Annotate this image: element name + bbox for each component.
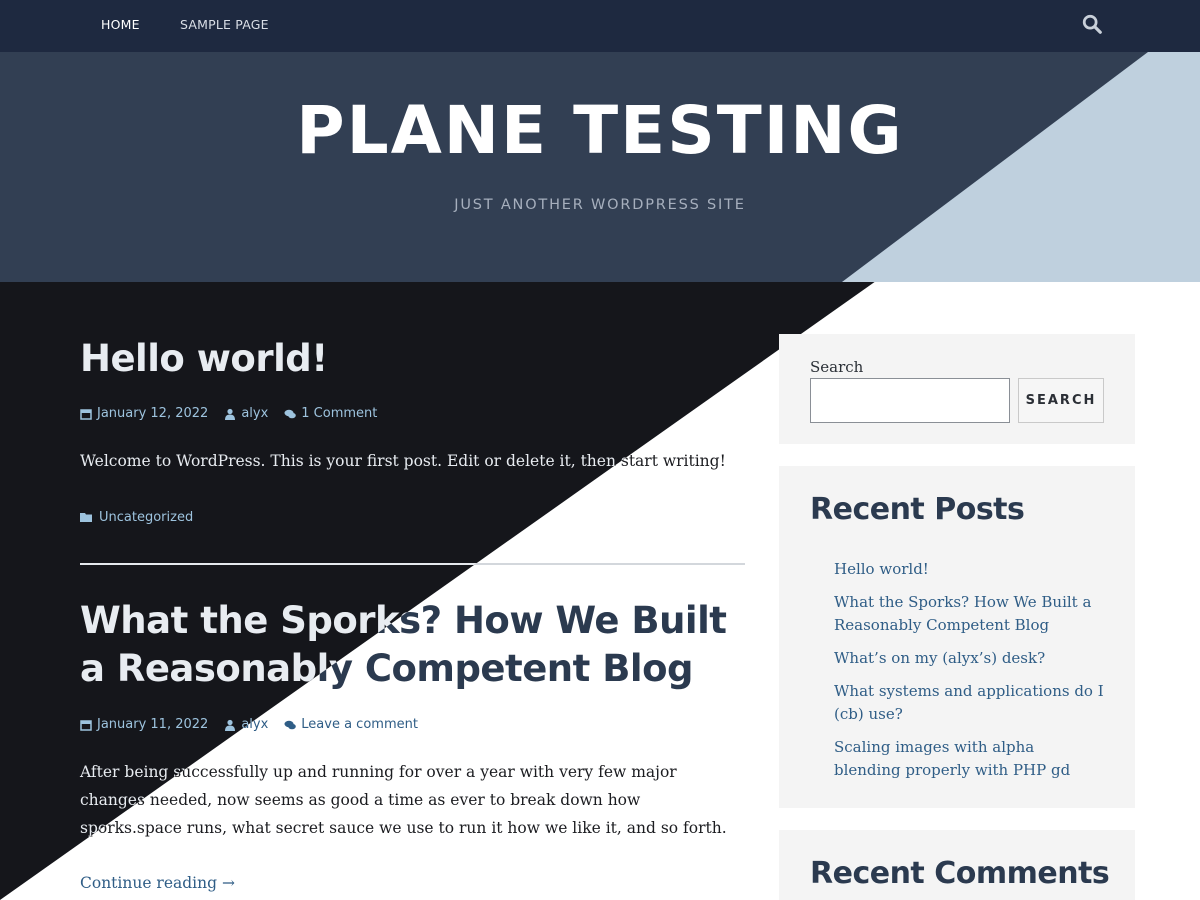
recent-comments-title: Recent Comments (810, 856, 1110, 891)
recent-posts-title: Recent Posts (810, 492, 1025, 527)
folder-icon (80, 513, 92, 522)
post-date-1[interactable]: January 12, 2022 (80, 406, 208, 421)
user-icon (225, 719, 236, 731)
list-item: What the Sporks? How We Built a Reasonab… (834, 591, 1104, 637)
recent-post-link[interactable]: Hello world! (834, 560, 929, 578)
post-date-2[interactable]: January 11, 2022 (80, 717, 208, 732)
comments-icon (284, 720, 297, 729)
recent-posts-list: Hello world! What the Sporks? How We Bui… (834, 558, 1104, 792)
search-button[interactable]: SEARCH (1018, 378, 1104, 423)
comments-icon (284, 409, 297, 418)
recent-post-link[interactable]: What’s on my (alyx’s) desk? (834, 649, 1045, 667)
list-item: Scaling images with alpha blending prope… (834, 736, 1104, 782)
calendar-icon (80, 719, 92, 731)
post-author-1[interactable]: alyx (224, 406, 268, 421)
post-comments-2[interactable]: Leave a comment (284, 717, 418, 732)
search-input[interactable] (810, 378, 1010, 423)
post-comments-1[interactable]: 1 Comment (284, 406, 377, 421)
recent-post-link[interactable]: What the Sporks? How We Built a Reasonab… (834, 593, 1091, 634)
user-icon (225, 408, 236, 420)
recent-comments-widget: Recent Comments (779, 830, 1135, 900)
recent-post-link[interactable]: What systems and applications do I (cb) … (834, 682, 1104, 723)
search-widget: Search SEARCH (779, 334, 1135, 444)
list-item: What’s on my (alyx’s) desk? (834, 647, 1104, 670)
continue-reading-link[interactable]: Continue reading → (80, 874, 235, 892)
list-item: What systems and applications do I (cb) … (834, 680, 1104, 726)
post-title-1[interactable]: Hello world! (80, 335, 740, 383)
list-item: Hello world! (834, 558, 1104, 581)
calendar-icon (80, 408, 92, 420)
search-label: Search (810, 358, 864, 376)
recent-posts-widget: Recent Posts Hello world! What the Spork… (779, 466, 1135, 808)
post-category-1[interactable]: Uncategorized (80, 510, 193, 525)
recent-post-link[interactable]: Scaling images with alpha blending prope… (834, 738, 1070, 779)
post-meta-1: January 12, 2022 alyx 1 Comment (80, 406, 377, 421)
